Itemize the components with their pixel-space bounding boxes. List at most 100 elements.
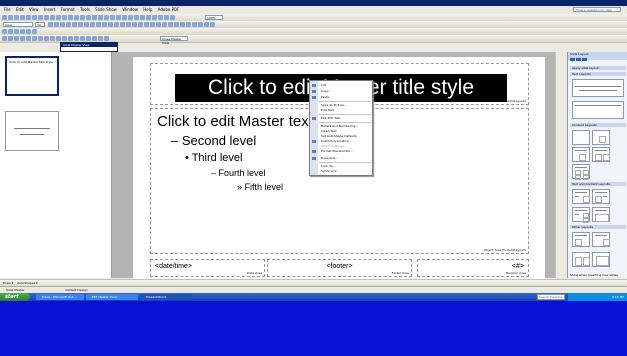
vertical-scrollbar[interactable] [555,52,566,278]
footer-text: <footer> [326,263,353,270]
ask-question-input[interactable]: Type a question for help [573,7,621,12]
menu-item-save-as-picture[interactable]: Save as Picture... [321,104,347,107]
menu-help[interactable]: Help [143,7,152,12]
powerpoint-window: File Edit View Insert Format Tools Slide… [0,0,627,293]
menu-item-paste[interactable]: Paste [321,96,329,99]
layout-content[interactable] [592,130,610,145]
layout-title-content[interactable] [572,147,590,162]
layout-other-4[interactable] [592,252,610,267]
menu-tools[interactable]: Tools [80,7,90,12]
menu-view[interactable]: View [29,7,39,12]
slide-thumbnail-pane: Click to edit Master title style [0,52,112,278]
standard-toolbar-icons[interactable] [2,15,175,20]
layout-title-slide[interactable] [572,79,624,97]
master-toolbar-icons[interactable] [2,36,109,41]
task-pane-nav[interactable] [570,58,587,61]
layout-text-content-1[interactable] [572,189,590,204]
adobe-toolbar-icons[interactable] [2,29,37,34]
menu-adobe-pdf[interactable]: Adobe PDF [158,7,180,12]
format-placeholder-icon [312,150,316,153]
text-layouts-header: Text Layouts [570,72,626,76]
menu-separator [319,122,371,123]
footer-area-label: Footer Area [391,271,409,275]
show-when-inserting-checkbox[interactable]: Show when inserting new slides [570,273,618,277]
clock-text: 4:15 PM [611,295,624,299]
layout-text-content-2[interactable] [592,189,610,204]
menu-slide-show[interactable]: Slide Show [95,7,117,12]
title-area-label: Title Area for AutoLayouts [486,99,526,103]
draw-menu[interactable]: Draw ▾ [3,281,13,285]
status-bar: Slide Master Default Design [0,286,627,293]
master-view-floating-toolbar[interactable]: Slide Master View [60,42,118,52]
menu-item-insert-text[interactable]: Insert Text [321,130,337,133]
zoom-combo[interactable]: 100% [205,15,223,20]
menu-item-bullets-numbering[interactable]: Bullets and Numbering... [321,125,358,128]
layout-other-2[interactable] [592,232,610,247]
status-design: Default Design [65,288,88,292]
menu-separator [319,162,371,163]
layout-text-content-3[interactable] [572,207,590,223]
menu-item-format-placeholder[interactable]: Format Placeholder... [321,150,353,153]
number-area-label: Number Area [506,271,526,275]
menu-item-action-settings: Action Settings... [321,144,347,148]
desktop-screen: File Edit View Insert Format Tools Slide… [0,0,627,293]
layout-text-content-4[interactable] [592,207,610,222]
date-text: <date/time> [155,263,192,270]
menu-item-copy[interactable]: Copy [321,90,329,93]
object-area-label: Object Area for AutoLayouts [483,248,526,252]
task-outlook[interactable]: Inbox - Microsoft Out... [36,294,84,300]
menu-edit[interactable]: Edit [16,7,24,12]
desktop-search-input[interactable]: Search Desktop [537,294,565,300]
menu-item-cut[interactable]: Cut [321,84,326,87]
master-thumbnail[interactable]: Click to edit Master title style [5,56,59,96]
layout-other-3[interactable] [572,252,590,267]
apply-layout-label: Apply slide layout: [570,66,626,70]
formatting-toolbar-icons[interactable] [48,22,215,27]
master-view-title: Slide Master View [61,43,117,47]
level-2-text[interactable]: – Second level [171,133,256,148]
level-3-text[interactable]: • Third level [185,152,242,164]
master-thumbnail-title: Click to edit Master title style [9,60,53,64]
other-layouts-header: Other Layouts [570,225,626,229]
content-layouts-header: Content Layouts [570,123,626,127]
menu-item-synonyms[interactable]: Synonyms [321,170,337,173]
task-ppt-master[interactable]: PPT Master View... [86,294,138,300]
number-placeholder[interactable]: <#> Number Area [417,259,529,277]
level-4-text[interactable]: – Fourth level [211,168,266,178]
title-master-thumbnail[interactable] [5,111,59,151]
close-master-view-button[interactable]: Close Master View [160,36,188,45]
slide-layout-task-pane: Slide Layout Apply slide layout: Text La… [567,52,627,278]
copy-icon [312,90,316,93]
menu-bar: File Edit View Insert Format Tools Slide… [0,6,627,14]
system-tray: 4:15 PM [567,293,627,301]
cut-icon [312,84,316,87]
menu-format[interactable]: Format [61,7,75,12]
font-name-combo[interactable]: Arial [3,22,33,27]
status-view: Slide Master [6,288,25,292]
menu-item-hyperlink[interactable]: Hyperlink... [321,157,338,160]
layout-title-only[interactable] [572,101,624,119]
layout-two-content[interactable] [592,147,610,162]
windows-taskbar: start Inbox - Microsoft Out... PPT Maste… [0,293,627,301]
menu-window[interactable]: Window [122,7,138,12]
menu-item-exit-edit-text[interactable]: Exit Edit Text [321,117,340,120]
layout-other-1[interactable] [572,232,590,247]
layout-four-content[interactable] [572,164,590,180]
text-content-layouts-header: Text and Content Layouts [570,182,626,186]
menu-file[interactable]: File [4,7,11,12]
edit-text-icon [312,117,316,120]
menu-item-edit-text[interactable]: Edit Text [321,109,334,112]
task-presentation1[interactable]: Presentation1 [140,294,192,300]
menu-item-set-autoshape-defaults[interactable]: Set AutoShape Defaults [321,135,357,138]
menu-item-look-up[interactable]: Look Up... [321,165,336,168]
level-5-text[interactable]: » Fifth level [237,182,283,192]
font-size-combo[interactable]: 44 [35,22,45,27]
menu-insert[interactable]: Insert [44,7,55,12]
footer-placeholder[interactable]: <footer> Footer Area [267,259,412,277]
autoshapes-menu[interactable]: AutoShapes ▾ [17,281,37,285]
start-button[interactable]: start [0,293,30,301]
layout-blank[interactable] [572,130,590,145]
date-placeholder[interactable]: <date/time> Date Area [150,259,265,277]
date-area-label: Date Area [246,271,262,275]
menu-item-custom-animation[interactable]: Custom Animation... [321,140,352,143]
